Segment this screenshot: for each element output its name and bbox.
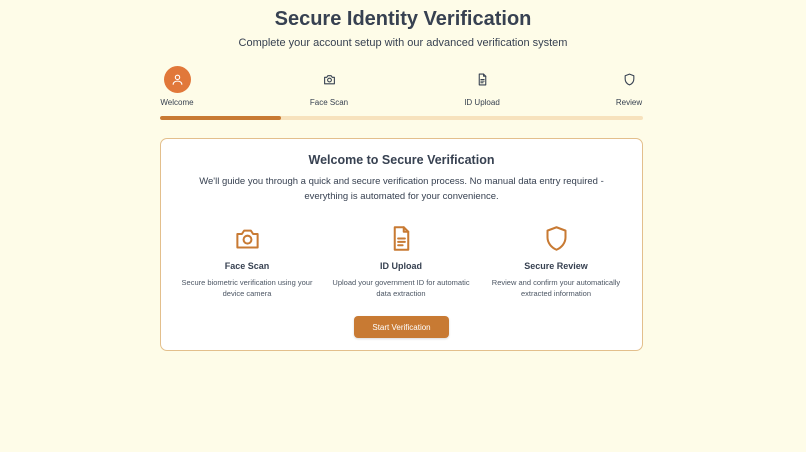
card-description: We'll guide you through a quick and secu… [199,176,604,202]
step-welcome[interactable]: Welcome [160,66,194,107]
welcome-card: Welcome to Secure Verification We'll gui… [160,138,643,351]
step-face-scan-indicator [316,66,343,93]
feature-face-scan: Face Scan Secure biometric verification … [172,223,322,299]
feature-secure-review: Secure Review Review and confirm your au… [481,223,631,299]
step-label: Face Scan [309,98,349,107]
document-icon [478,73,486,86]
stepper: Welcome Face Scan ID Upload Review [160,66,643,114]
feature-id-upload: ID Upload Upload your government ID for … [326,223,476,299]
feature-name: ID Upload [380,261,422,271]
progress-bar [160,116,643,120]
shield-icon [624,73,634,86]
shield-icon [545,225,567,251]
start-verification-button[interactable]: Start Verification [354,316,449,338]
card-title: Welcome to Secure Verification [308,153,495,167]
page-subtitle: Complete your account setup with our adv… [238,37,568,49]
step-id-upload-indicator [469,66,496,93]
progress-fill [160,116,281,120]
feature-description: Secure biometric verification using your… [181,278,313,298]
step-face-scan[interactable]: Face Scan [310,66,348,107]
step-label: ID Upload [464,98,500,107]
step-label: Welcome [160,98,194,107]
document-icon [393,225,409,251]
feature-description: Upload your government ID for automatic … [332,278,470,298]
step-label: Review [615,98,643,107]
feature-name: Secure Review [524,261,588,271]
step-id-upload[interactable]: ID Upload [464,66,500,107]
step-review-indicator [616,66,643,93]
step-welcome-indicator [163,66,191,93]
step-review[interactable]: Review [615,66,643,107]
feature-description: Review and confirm your automatically ex… [491,278,621,298]
camera-icon [235,229,259,249]
page-title: Secure Identity Verification [274,8,532,30]
feature-name: Face Scan [224,261,270,271]
camera-icon [323,75,335,85]
user-icon [172,74,182,85]
